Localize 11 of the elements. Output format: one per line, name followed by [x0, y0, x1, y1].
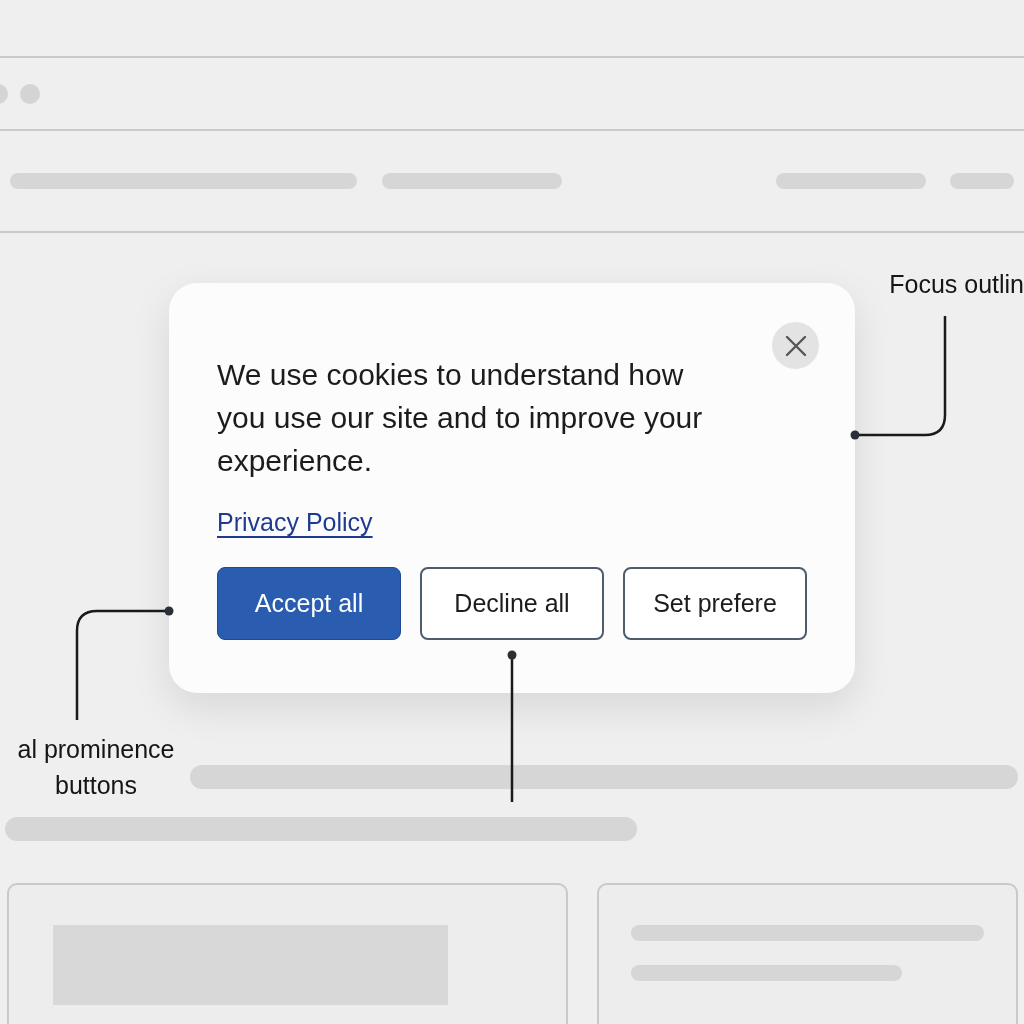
outline-button[interactable]: Decline all	[420, 567, 604, 640]
annotation-label: Focus outlin	[889, 269, 1024, 300]
privacy-policy-link[interactable]: Privacy Policy	[217, 508, 373, 537]
annotation-label: al prominence buttons	[16, 734, 176, 801]
outline-button[interactable]: Set prefere	[623, 567, 807, 640]
placeholder-bar	[950, 173, 1014, 189]
cookie-message: We use cookies to understand how you use our site and to improve your experience.	[217, 357, 704, 479]
window-dot	[20, 83, 40, 104]
close-icon	[784, 334, 807, 357]
close-button[interactable]	[772, 322, 819, 369]
accept-button[interactable]: Accept all	[217, 567, 401, 640]
